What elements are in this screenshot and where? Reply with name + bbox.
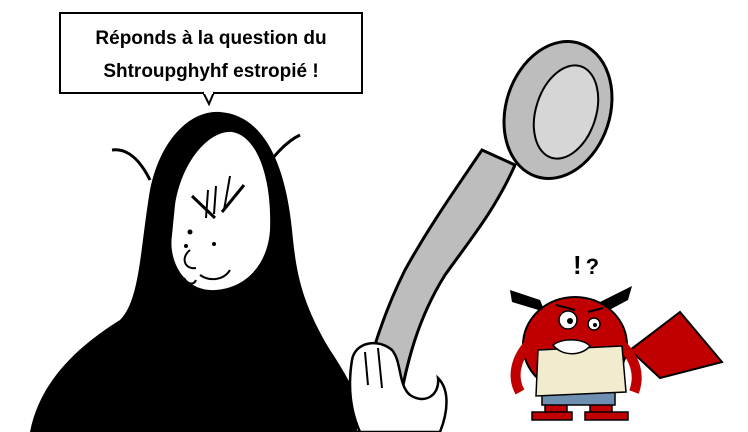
question-mark: ? bbox=[585, 254, 600, 279]
speech-line-2: Shtroupghyhf estropié ! bbox=[103, 61, 319, 82]
red-creature bbox=[510, 286, 724, 421]
speech-bubble-text: Réponds à la question du Shtroupghyhf es… bbox=[66, 22, 356, 88]
hooded-villain bbox=[30, 111, 372, 432]
comic-panel: Réponds à la question du Shtroupghyhf es… bbox=[0, 0, 748, 432]
exclamation-mark: ! bbox=[573, 250, 582, 280]
speech-line-1: Réponds à la question du bbox=[95, 28, 327, 49]
reaction-marks: !? bbox=[573, 250, 599, 281]
